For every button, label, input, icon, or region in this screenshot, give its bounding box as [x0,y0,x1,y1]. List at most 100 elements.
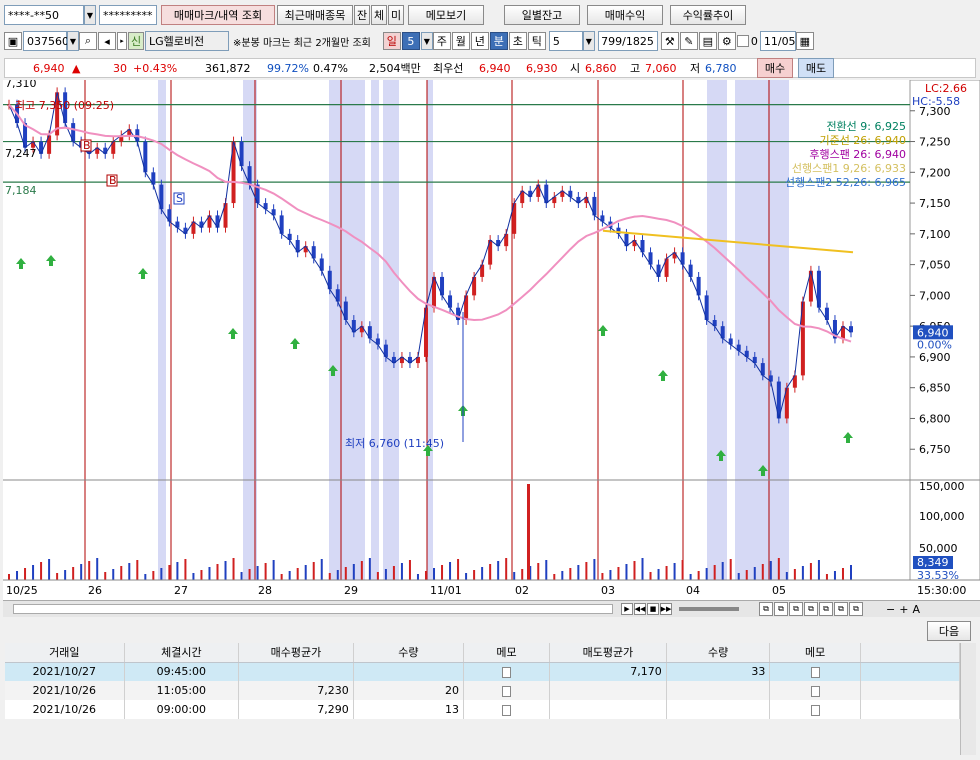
volume-bar [625,564,628,580]
memo-icon[interactable] [810,704,820,716]
table-row[interactable]: 2021/10/26 09:00:00 7,290 13 [5,700,961,719]
volume-bar [665,566,668,580]
stock-code-input[interactable]: 037560 [23,31,69,51]
table-scrollbar[interactable] [960,643,976,755]
volume-bar [617,567,620,580]
sell-button[interactable]: 매도 [798,58,834,78]
volume-bar [801,566,804,580]
table-row[interactable]: 2021/10/26 11:05:00 7,230 20 [5,681,961,700]
shade-band [158,80,166,580]
tool2-icon[interactable]: ⧉ [774,602,788,616]
period-tabs: 일 5 ▼ 주 월 년 분 초 틱 [382,32,547,50]
volume-bar [288,571,291,580]
volume-tick-label: 150,000 [919,480,965,493]
prev-next-icon[interactable]: ▸ [117,32,127,50]
save-icon[interactable]: ▤ [698,32,717,50]
volume-bar [825,574,828,580]
search-icon[interactable]: ⌕ [79,32,97,50]
volume-bar [344,567,347,580]
trade-history-button[interactable]: 매매마크/내역 조회 [161,5,275,25]
period-week[interactable]: 주 [432,32,451,50]
gear-icon[interactable]: ⚙ [717,32,736,50]
jan-button[interactable]: 잔 [354,5,370,25]
current-pct-tag: 0.00% [917,338,952,351]
period-dropdown-icon[interactable]: ▼ [420,32,433,50]
interval-dropdown-icon[interactable]: ▼ [582,31,595,51]
account-dropdown-icon[interactable]: ▼ [84,5,96,25]
volume-tick-label: 100,000 [919,510,965,523]
mi-button[interactable]: 미 [388,5,404,25]
che-button[interactable]: 체 [371,5,387,25]
password-input[interactable]: ********* [99,5,157,25]
zoom-out-icon[interactable]: − [886,603,895,616]
period-minute[interactable]: 분 [489,32,508,50]
speaker-icon[interactable]: ◂ [98,32,116,50]
memo-add-icon[interactable] [810,666,820,678]
period-day-count[interactable]: 5 [401,32,420,50]
menu-icon[interactable]: ▣ [4,32,22,50]
next-button[interactable]: 다음 [927,621,971,641]
account-input[interactable]: ****-**50 [4,5,84,25]
low-price: 6,780 [705,61,737,75]
period-year[interactable]: 년 [470,32,489,50]
tool4-icon[interactable]: ⧉ [804,602,818,616]
date-input[interactable]: 11/05 [759,31,796,51]
trade-mark-b2-label: B [109,174,117,187]
memo-add-icon[interactable] [501,685,511,697]
chart-scroll-row: ▶ ◀◀ ■ ▶▶ ⧉ ⧉ ⧉ ⧉ ⧉ ⧉ ⧉ − + A [3,600,980,617]
y-tick-label: 6,800 [919,412,951,425]
min-price-label: 최저 6,760 (11:45) [345,437,444,450]
tool1-icon[interactable]: ⧉ [759,602,773,616]
tool6-icon[interactable]: ⧉ [834,602,848,616]
draw-icon[interactable]: ✎ [679,32,698,50]
table-row[interactable]: 2021/10/27 09:45:00 7,170 33 [5,662,961,681]
y-tick-label: 6,750 [919,443,951,456]
recent-items-button[interactable]: 최근매매종목 [277,5,353,25]
interval-input[interactable]: 5 [548,31,583,51]
x-tick-label: 26 [88,584,102,597]
tool-icon[interactable]: ⚒ [660,32,679,50]
scroll-right-icon[interactable]: ▶ [621,603,633,615]
tool3-icon[interactable]: ⧉ [789,602,803,616]
period-second[interactable]: 초 [508,32,527,50]
volume-bar [777,558,780,580]
tool5-icon[interactable]: ⧉ [819,602,833,616]
daily-balance-button[interactable]: 일별잔고 [504,5,580,25]
stop-icon[interactable]: ■ [647,603,659,615]
rewind-icon[interactable]: ◀◀ [634,603,646,615]
font-size-icon[interactable]: A [912,603,920,616]
high-price: 7,060 [645,61,677,75]
period-tick[interactable]: 틱 [527,32,546,50]
max-price-label: 최고 7,350 (09:25) [15,99,114,112]
tool7-icon[interactable]: ⧉ [849,602,863,616]
date-checkbox[interactable] [736,35,749,47]
calendar-icon[interactable]: ▦ [795,32,814,50]
code-dropdown-icon[interactable]: ▼ [67,31,79,51]
volume-bar [850,565,852,580]
trade-profit-button[interactable]: 매매수익 [587,5,663,25]
volume-bar [729,559,732,580]
chart-area[interactable]: 7,3007,2507,2007,1507,1007,0507,0006,950… [3,77,980,600]
x-axis-bg [3,580,980,600]
zoom-in-icon[interactable]: + [899,603,908,616]
price-chart[interactable]: 7,3007,2507,2007,1507,1007,0507,0006,950… [3,77,980,600]
memo-add-icon[interactable] [501,704,511,716]
return-trend-button[interactable]: 수익률추이 [670,5,746,25]
period-month[interactable]: 월 [451,32,470,50]
memo-icon[interactable] [810,685,820,697]
buy-button[interactable]: 매수 [757,58,793,78]
ichimoku-legend-item: 후행스팬 26: 6,940 [809,148,906,161]
volume-bar [208,567,211,580]
period-day[interactable]: 일 [382,32,401,50]
col-time: 체결시간 [124,643,240,663]
zoom-slider[interactable] [679,607,739,611]
x-tick-label: 04 [686,584,700,597]
chart-scrollbar[interactable] [13,604,613,614]
memo-view-button[interactable]: 메모보기 [408,5,484,25]
count-display: 799/1825 [597,31,658,51]
best-ask: 6,940 [479,61,511,75]
forward-icon[interactable]: ▶▶ [660,603,672,615]
memo-icon[interactable] [501,666,511,678]
volume-bar [753,567,756,580]
x-tick-label: 02 [515,584,529,597]
